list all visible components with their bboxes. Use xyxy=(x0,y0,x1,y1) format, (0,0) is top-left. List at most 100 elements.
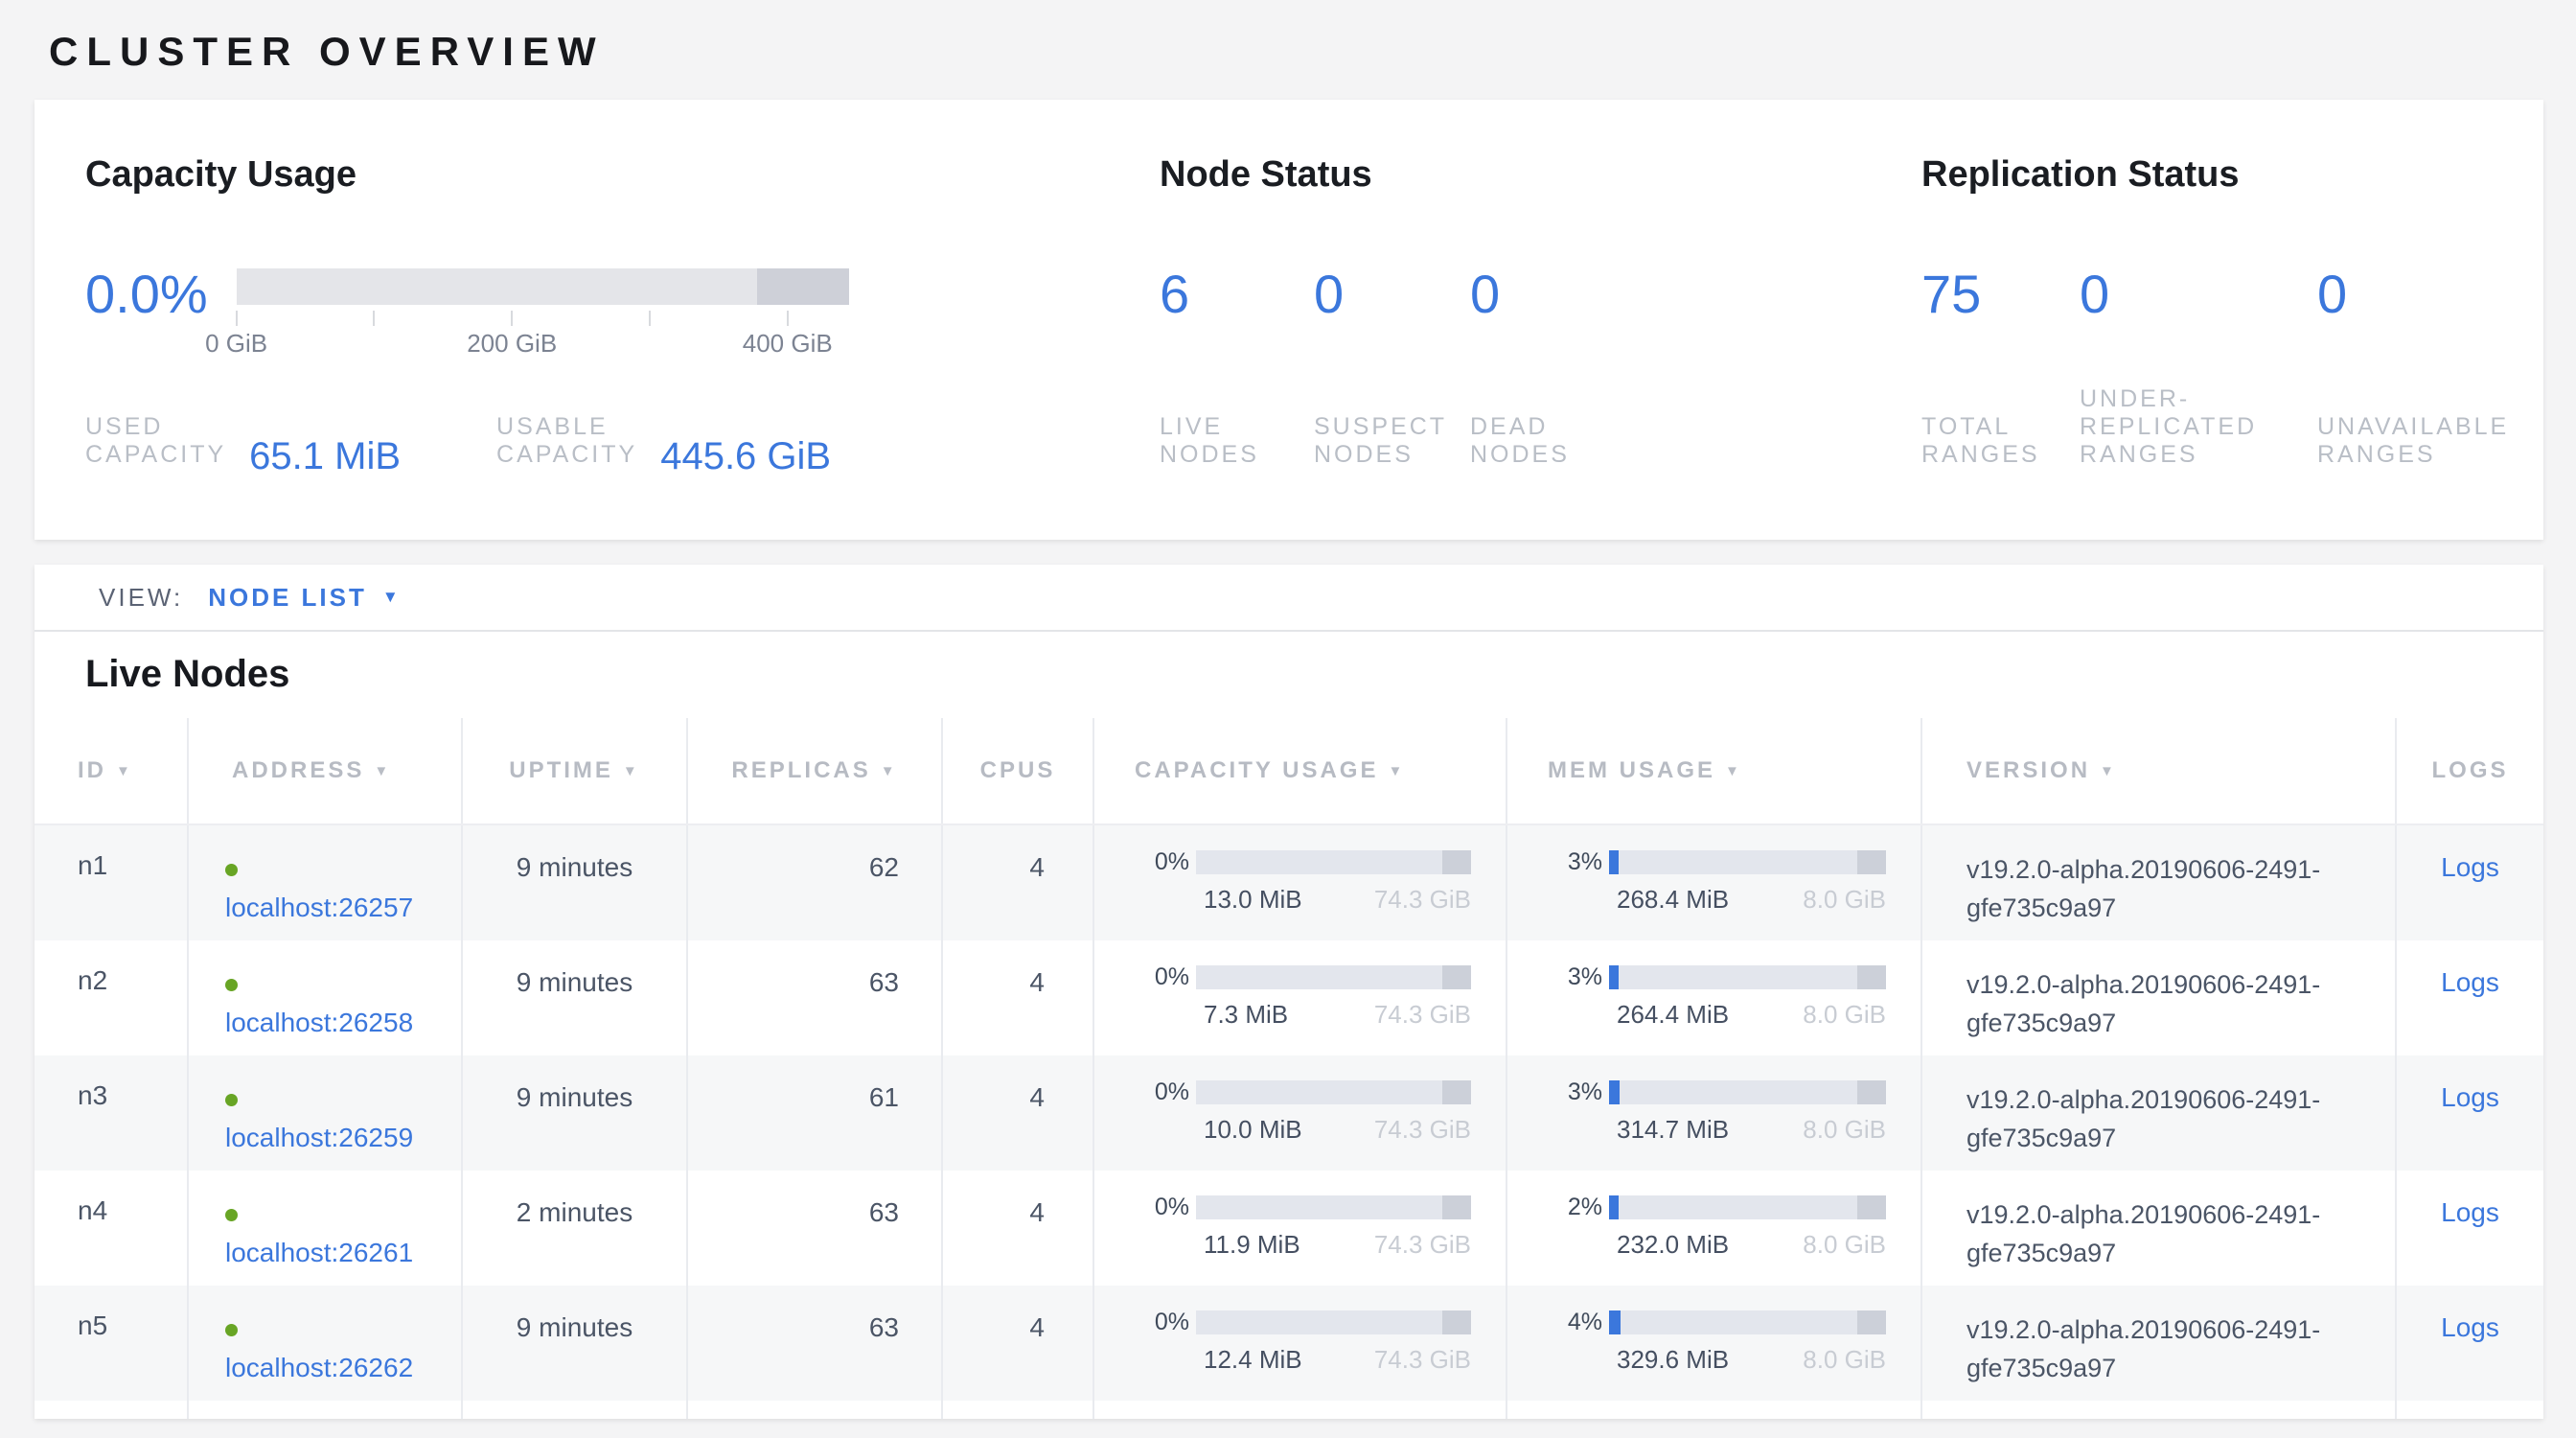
view-selected-value: NODE LIST xyxy=(208,583,367,613)
mem-usage-cell: 3% 314.7 MiB 8.0 GiB xyxy=(1507,1055,1922,1171)
mem-used-label: 329.6 MiB xyxy=(1617,1345,1729,1375)
cluster-overview-page: CLUSTER OVERVIEW Capacity Usage 0.0% 0 G… xyxy=(0,0,2576,1419)
capacity-total-label: 74.3 GiB xyxy=(1374,1345,1471,1375)
mem-usage-cell: 4% 329.6 MiB 8.0 GiB xyxy=(1507,1286,1922,1401)
version-cell: v19.2.0-alpha.20190606-2491-gfe735c9a97 xyxy=(1922,940,2397,1055)
uptime-cell: 2 minutes xyxy=(463,1171,688,1286)
uptime-cell: 9 minutes xyxy=(463,1055,688,1171)
under-replicated-ranges-label: UNDER-REPLICATEDRANGES xyxy=(2080,385,2317,469)
cpus-cell: 4 xyxy=(943,1171,1094,1286)
node-id-cell: n5 xyxy=(34,1286,189,1401)
capacity-bar xyxy=(1196,850,1471,874)
replicas-cell xyxy=(688,1401,943,1419)
axis-tick xyxy=(787,311,789,326)
cpus-cell: 4 xyxy=(943,825,1094,940)
logs-link[interactable]: Logs xyxy=(2441,1082,2499,1112)
uptime-cell: 9 minutes xyxy=(463,1286,688,1401)
capacity-bar xyxy=(1196,965,1471,989)
node-status-title: Node Status xyxy=(1160,153,1850,196)
node-address-link[interactable]: localhost:26259 xyxy=(225,1123,413,1152)
node-address-cell: localhost:26258 xyxy=(189,940,463,1055)
node-id-cell: n1 xyxy=(34,825,189,940)
axis-tick xyxy=(649,311,651,326)
cpus-cell: 4 xyxy=(943,940,1094,1055)
used-capacity-value: 65.1 MiB xyxy=(249,437,401,475)
node-address-link[interactable]: localhost:26257 xyxy=(225,893,413,922)
axis-tick-label: 400 GiB xyxy=(743,329,833,359)
node-id-cell: n3 xyxy=(34,1055,189,1171)
mem-used-label: 268.4 MiB xyxy=(1617,885,1729,915)
column-header-id[interactable]: ID ▼ xyxy=(34,718,189,823)
logs-link[interactable]: Logs xyxy=(2441,852,2499,882)
logs-cell: Logs xyxy=(2397,1286,2543,1401)
node-address-cell: localhost:26261 xyxy=(189,1171,463,1286)
node-address-link[interactable]: localhost:26261 xyxy=(225,1238,413,1267)
capacity-axis-labels: 0 GiB200 GiB400 GiB xyxy=(237,326,849,357)
logs-link[interactable]: Logs xyxy=(2441,1197,2499,1227)
replicas-cell: 62 xyxy=(688,825,943,940)
node-address-link[interactable]: localhost:26258 xyxy=(225,1008,413,1037)
sort-arrow-icon: ▼ xyxy=(1725,763,1742,779)
capacity-total-label: 74.3 GiB xyxy=(1374,1230,1471,1260)
capacity-usage-section: Capacity Usage 0.0% 0 GiB200 GiB400 GiB … xyxy=(85,100,1044,469)
capacity-usage-cell: 0% 10.0 MiB 74.3 GiB xyxy=(1094,1055,1507,1171)
capacity-total-label: 74.3 GiB xyxy=(1374,1115,1471,1145)
mem-percent: 3% xyxy=(1548,963,1609,991)
usable-capacity-label: USABLE CAPACITY xyxy=(496,413,637,469)
cpus-cell: 4 xyxy=(943,1286,1094,1401)
mem-total-label: 8.0 GiB xyxy=(1803,1345,1886,1375)
sort-arrow-icon: ▼ xyxy=(623,763,640,779)
mem-usage-cell xyxy=(1507,1401,1922,1419)
mem-bar xyxy=(1609,1195,1886,1219)
column-header-capacity[interactable]: CAPACITY USAGE ▼ xyxy=(1094,718,1507,823)
capacity-usage-cell: 0% 11.9 MiB 74.3 GiB xyxy=(1094,1171,1507,1286)
capacity-used-label: 10.0 MiB xyxy=(1204,1115,1302,1145)
cpus-cell: 4 xyxy=(943,1055,1094,1171)
column-header-replicas[interactable]: REPLICAS ▼ xyxy=(688,718,943,823)
capacity-percent: 0% xyxy=(1135,1194,1196,1221)
mem-used-label: 264.4 MiB xyxy=(1617,1000,1729,1030)
version-cell: v19.2.0-alpha.20190606-2491-gfe735c9a97 xyxy=(1922,1171,2397,1286)
unavailable-ranges-label: UNAVAILABLERANGES xyxy=(2317,413,2554,469)
replicas-cell: 63 xyxy=(688,1171,943,1286)
capacity-percent: 0% xyxy=(1135,848,1196,876)
view-select-dropdown[interactable]: NODE LIST ▼ xyxy=(208,583,399,613)
capacity-percent-value: 0.0% xyxy=(85,266,208,323)
dead-nodes-value: 0 xyxy=(1470,266,1850,323)
column-header-address[interactable]: ADDRESS ▼ xyxy=(189,718,463,823)
logs-cell: Logs xyxy=(2397,1171,2543,1286)
logs-cell: Logs xyxy=(2397,940,2543,1055)
mem-usage-cell: 3% 268.4 MiB 8.0 GiB xyxy=(1507,825,1922,940)
capacity-bar xyxy=(1196,1080,1471,1104)
node-address-link[interactable]: localhost:26262 xyxy=(225,1353,413,1382)
mem-bar xyxy=(1609,1310,1886,1334)
replicas-cell: 61 xyxy=(688,1055,943,1171)
sort-arrow-icon: ▼ xyxy=(881,763,898,779)
logs-link[interactable]: Logs xyxy=(2441,1312,2499,1342)
sort-arrow-icon: ▼ xyxy=(2100,763,2117,779)
table-row: n4 localhost:26261 2 minutes 63 4 0% 11.… xyxy=(34,1171,2543,1286)
column-header-mem[interactable]: MEM USAGE ▼ xyxy=(1507,718,1922,823)
usable-capacity-value: 445.6 GiB xyxy=(660,437,831,475)
version-cell: v19.2.0-alpha.20190606-2491-gfe735c9a97 xyxy=(1922,825,2397,940)
replicas-cell: 63 xyxy=(688,1286,943,1401)
mem-total-label: 8.0 GiB xyxy=(1803,1000,1886,1030)
suspect-nodes-label: SUSPECTNODES xyxy=(1314,413,1470,469)
live-nodes-title: Live Nodes xyxy=(34,632,2543,718)
column-header-version[interactable]: VERSION ▼ xyxy=(1922,718,2397,823)
node-id-cell xyxy=(34,1401,189,1419)
replicas-cell: 63 xyxy=(688,940,943,1055)
version-cell xyxy=(1922,1401,2397,1419)
suspect-nodes-value: 0 xyxy=(1314,266,1470,323)
live-status-dot-icon xyxy=(225,1209,238,1221)
table-row-partial xyxy=(34,1401,2543,1419)
node-address-cell xyxy=(189,1401,463,1419)
table-row: n1 localhost:26257 9 minutes 62 4 0% 13.… xyxy=(34,825,2543,940)
column-header-uptime[interactable]: UPTIME ▼ xyxy=(463,718,688,823)
live-status-dot-icon xyxy=(225,1324,238,1336)
dead-nodes-label: DEADNODES xyxy=(1470,413,1850,469)
logs-link[interactable]: Logs xyxy=(2441,967,2499,997)
capacity-usage-cell xyxy=(1094,1401,1507,1419)
view-label: VIEW: xyxy=(99,583,183,613)
version-cell: v19.2.0-alpha.20190606-2491-gfe735c9a97 xyxy=(1922,1286,2397,1401)
